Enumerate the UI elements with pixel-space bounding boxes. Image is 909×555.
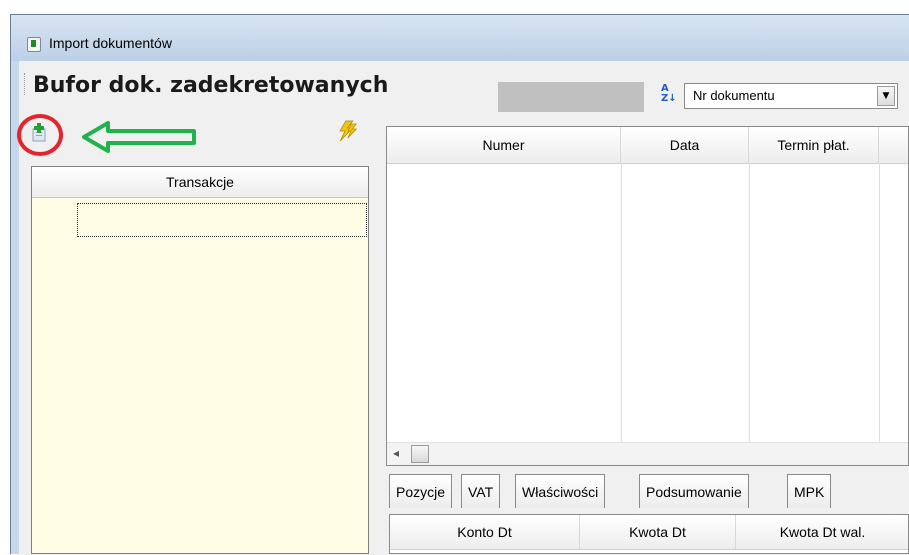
toolbar-grip[interactable] (24, 73, 27, 95)
horizontal-scrollbar[interactable]: ◂ (387, 442, 908, 465)
import-document-icon (27, 37, 41, 52)
window-titlebar: Import dokumentów (11, 15, 909, 61)
detail-tabs: Pozycje VAT Właściwości Podsumowanie MPK (389, 474, 909, 510)
column-header-konto-dt[interactable]: Konto Dt (390, 515, 580, 549)
tab-vat[interactable]: VAT (461, 474, 501, 508)
window-title: Import dokumentów (49, 35, 172, 51)
tab-podsumowanie[interactable]: Podsumowanie (639, 474, 749, 508)
transactions-panel[interactable]: Transakcje (31, 166, 369, 554)
transaction-row-selected[interactable] (77, 203, 367, 237)
highlight-circle (17, 114, 63, 156)
buffer-title: Bufor dok. zadekretowanych (33, 73, 389, 98)
column-header-kwota-dt[interactable]: Kwota Dt (580, 515, 736, 549)
scrollbar-thumb[interactable] (411, 445, 429, 463)
sort-field-select[interactable]: Nr dokumentu ▼ (684, 83, 898, 109)
green-arrow-annotation (82, 121, 196, 153)
filter-box[interactable] (498, 82, 644, 112)
sort-field-value: Nr dokumentu (693, 88, 775, 103)
scroll-left-arrow-icon[interactable]: ◂ (393, 446, 399, 460)
tab-pozycje[interactable]: Pozycje (389, 474, 453, 508)
column-header-numer[interactable]: Numer (387, 127, 621, 163)
main-toolbar: Bufor dok. zadekretowanych A Z↓ Nr dokume… (19, 61, 909, 127)
column-header-kwota-dt-wal[interactable]: Kwota Dt wal. (736, 515, 909, 549)
sort-az-icon[interactable]: A Z↓ (661, 84, 679, 106)
column-header-termin[interactable]: Termin płat. (749, 127, 879, 163)
column-divider (879, 163, 880, 445)
transactions-header[interactable]: Transakcje (32, 167, 368, 198)
lightning-icon[interactable] (334, 120, 360, 142)
positions-grid-header: Konto Dt Kwota Dt Kwota Dt wal. (390, 515, 908, 550)
tab-wlasciwosci[interactable]: Właściwości (515, 474, 606, 508)
tab-mpk[interactable]: MPK (787, 474, 832, 508)
positions-grid[interactable]: Konto Dt Kwota Dt Kwota Dt wal. (389, 514, 909, 554)
documents-grid-header: Numer Data Termin płat. (387, 127, 908, 164)
column-divider (621, 163, 622, 445)
documents-grid[interactable]: Numer Data Termin płat. ◂ (386, 126, 909, 466)
column-divider (749, 163, 750, 445)
column-header-data[interactable]: Data (621, 127, 749, 163)
chevron-down-icon[interactable]: ▼ (877, 86, 895, 106)
